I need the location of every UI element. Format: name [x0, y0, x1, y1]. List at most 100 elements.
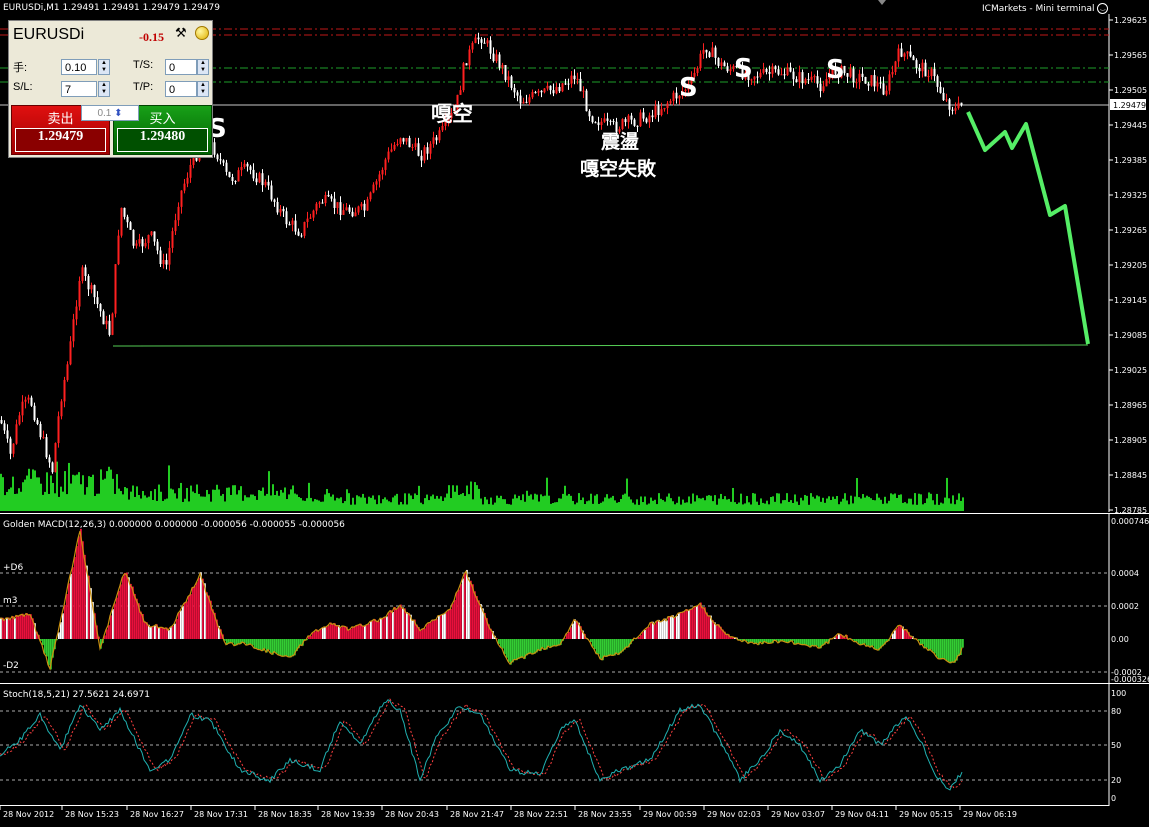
- volume-bar: [284, 487, 286, 511]
- volume-bar: [258, 490, 260, 511]
- volume-bar: [160, 491, 162, 511]
- volume-bar: [672, 501, 674, 511]
- candle-body: [387, 151, 390, 160]
- macd-bar: [678, 612, 680, 639]
- volume-histogram: [0, 461, 964, 511]
- tools-icon[interactable]: ⚒: [175, 25, 187, 41]
- forecast-drawing[interactable]: [966, 111, 1090, 345]
- macd-bar: [180, 610, 182, 639]
- volume-bar: [892, 494, 894, 511]
- volume-bar: [906, 503, 908, 511]
- volume-bar: [106, 471, 108, 511]
- mini-terminal[interactable]: EURUSDi -0.15 ⚒ 手: 0.10 ▲ ▼ T/S: 0 ▲ ▼ S/L…: [8, 20, 213, 158]
- candle-body: [423, 147, 426, 161]
- volume-bar: [740, 493, 742, 511]
- macd-level-label-d6: +D6: [3, 563, 24, 573]
- support-trendline[interactable]: [112, 344, 1089, 347]
- coin-icon[interactable]: [195, 26, 209, 40]
- annotation-zone[interactable]: 震盪: [601, 130, 639, 153]
- candle-body: [342, 210, 345, 215]
- s-mark-3[interactable]: S: [734, 54, 753, 84]
- macd-bar: [600, 639, 602, 660]
- sell-price: 1.29479: [15, 128, 106, 152]
- tp-input[interactable]: 0: [165, 81, 197, 97]
- volume-bar: [516, 498, 518, 511]
- candle-body: [774, 66, 777, 70]
- lots-input[interactable]: 0.10: [61, 59, 97, 75]
- candle-body: [39, 423, 42, 438]
- macd-bar: [404, 608, 406, 639]
- macd-bar: [68, 583, 70, 639]
- volume-bar: [116, 474, 118, 511]
- tp-spinner[interactable]: ▲ ▼: [197, 81, 209, 97]
- macd-bar: [106, 629, 108, 639]
- candle-body: [642, 112, 645, 119]
- volume-bar: [344, 501, 346, 511]
- macd-bar: [112, 609, 114, 639]
- candle-body: [579, 78, 582, 92]
- candle-body: [315, 203, 318, 211]
- macd-signal-line: [0, 530, 963, 671]
- candle-body: [462, 63, 465, 91]
- candle-body: [888, 74, 891, 91]
- macd-bar: [568, 631, 570, 639]
- volume-bar: [856, 478, 858, 511]
- candle-body: [906, 51, 909, 54]
- macd-level-label-m3: m3: [3, 596, 18, 606]
- candle-body: [519, 95, 522, 104]
- lot-step-input[interactable]: 0.1 ⬍: [81, 105, 139, 121]
- candle-body: [513, 87, 516, 93]
- lot-step-spin-icon[interactable]: ⬍: [111, 108, 122, 119]
- candle-body: [390, 149, 393, 152]
- candle-body: [132, 229, 135, 246]
- candle-body: [516, 92, 519, 96]
- macd-bar: [276, 639, 278, 654]
- macd-bar: [504, 639, 506, 655]
- macd-bar: [364, 626, 366, 639]
- macd-bar: [126, 572, 128, 639]
- volume-bar: [380, 503, 382, 511]
- volume-bar: [168, 465, 170, 511]
- s-mark-2[interactable]: S: [679, 73, 698, 103]
- volume-bar: [424, 498, 426, 511]
- annotation-short-fail[interactable]: 嘎空失敗: [580, 157, 657, 180]
- macd-bar: [644, 629, 646, 639]
- volume-bar: [310, 497, 312, 511]
- macd-bar: [694, 606, 696, 639]
- volume-bar: [388, 501, 390, 511]
- candle-body: [525, 101, 528, 103]
- candle-body: [126, 216, 129, 223]
- candle-body: [369, 192, 372, 200]
- volume-bar: [592, 503, 594, 511]
- volume-bar: [806, 495, 808, 511]
- volume-bar: [626, 478, 628, 511]
- sl-input[interactable]: 7: [61, 81, 97, 97]
- ts-spinner[interactable]: ▲ ▼: [197, 59, 209, 75]
- candle-body: [87, 276, 90, 290]
- volume-bar: [436, 495, 438, 511]
- ts-input[interactable]: 0: [165, 59, 197, 75]
- macd-bar: [440, 615, 442, 639]
- candle-body: [309, 217, 312, 219]
- volume-bar: [650, 497, 652, 511]
- macd-bar: [702, 607, 704, 639]
- lots-spinner[interactable]: ▲ ▼: [98, 59, 110, 75]
- macd-bar: [508, 639, 510, 662]
- macd-bar: [122, 576, 124, 639]
- volume-bar: [290, 489, 292, 511]
- price-tick-label: 1.28905: [1114, 436, 1147, 445]
- candle-body: [144, 243, 147, 247]
- candle-body: [351, 211, 354, 217]
- annotation-short[interactable]: 嘎空: [431, 102, 473, 126]
- volume-bar: [744, 503, 746, 511]
- candle-body: [762, 68, 765, 73]
- volume-bar: [150, 491, 152, 511]
- macd-bar: [642, 632, 644, 639]
- volume-bar: [904, 502, 906, 511]
- volume-bar: [848, 504, 850, 511]
- sl-spinner[interactable]: ▲ ▼: [98, 81, 110, 97]
- volume-bar: [234, 485, 236, 511]
- s-mark-4[interactable]: S: [826, 55, 845, 85]
- volume-bar: [170, 488, 172, 511]
- candle-body: [0, 420, 3, 424]
